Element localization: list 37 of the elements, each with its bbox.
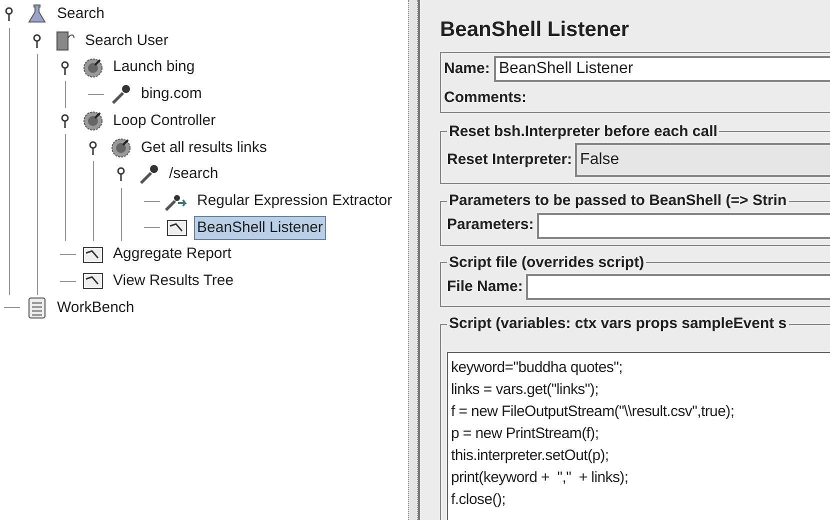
tree-item[interactable]: Search bbox=[54, 2, 108, 27]
code-line: this.interpreter.setOut(p); bbox=[451, 446, 610, 466]
group-legend: Reset bsh.Interpreter before each call bbox=[447, 120, 720, 143]
tree-item[interactable]: Get all results links bbox=[138, 136, 270, 160]
tree-item[interactable]: /search bbox=[166, 162, 222, 187]
tree-item[interactable]: Search User bbox=[82, 28, 172, 54]
tree-item[interactable]: Launch bing bbox=[110, 55, 198, 80]
field-label: Reset Interpreter: bbox=[447, 150, 572, 170]
graph-icon bbox=[164, 220, 190, 236]
script-editor[interactable]: keyword="buddha quotes"; links = vars.get("links"); f = new FileOutputStream("\\result.csv",true); p = new PrintStream(f); this.interpreter.setOut(p); print(keyword + "," + links); f.close(); bbox=[447, 352, 830, 520]
group-legend: Parameters to be passed to BeanShell (=> Strin bbox=[447, 190, 789, 212]
reset-interpreter-dropdown[interactable]: False bbox=[575, 143, 830, 177]
tree-item[interactable]: WorkBench bbox=[54, 296, 138, 320]
parameters-field[interactable] bbox=[536, 212, 830, 238]
code-line: f = new FileOutputStream("\\result.csv",true); bbox=[451, 402, 736, 422]
code-line: links = vars.get("links"); bbox=[451, 380, 600, 400]
field-label: Parameters: bbox=[447, 215, 534, 236]
graph-icon bbox=[80, 273, 106, 290]
tree-item[interactable]: Regular Expression Extractor bbox=[194, 188, 396, 214]
panel-title: BeanShell Listener bbox=[440, 17, 630, 43]
field-label: Comments: bbox=[444, 88, 528, 108]
graph-icon bbox=[80, 246, 106, 263]
file-name-field[interactable] bbox=[526, 274, 830, 300]
field-label: Name: bbox=[444, 58, 490, 79]
tree-item[interactable]: View Results Tree bbox=[110, 268, 237, 294]
code-line: p = new PrintStream(f); bbox=[451, 424, 600, 444]
tree-item[interactable]: Aggregate Report bbox=[110, 242, 234, 267]
group-legend: Script (variables: ctx vars props sampleEvent s bbox=[447, 313, 789, 336]
name-field[interactable]: BeanShell Listener bbox=[494, 56, 830, 82]
code-line: f.close(); bbox=[451, 490, 507, 510]
code-line: keyword="buddha quotes"; bbox=[451, 358, 624, 378]
tree-item[interactable]: Loop Controller bbox=[110, 108, 219, 134]
tree-item[interactable]: bing.com bbox=[138, 82, 205, 107]
tree-item[interactable]: BeanShell Listener bbox=[194, 216, 326, 240]
group-legend: Script file (overrides script) bbox=[447, 252, 646, 274]
code-line: print(keyword + "," + links); bbox=[451, 468, 630, 488]
field-label: File Name: bbox=[447, 276, 523, 297]
